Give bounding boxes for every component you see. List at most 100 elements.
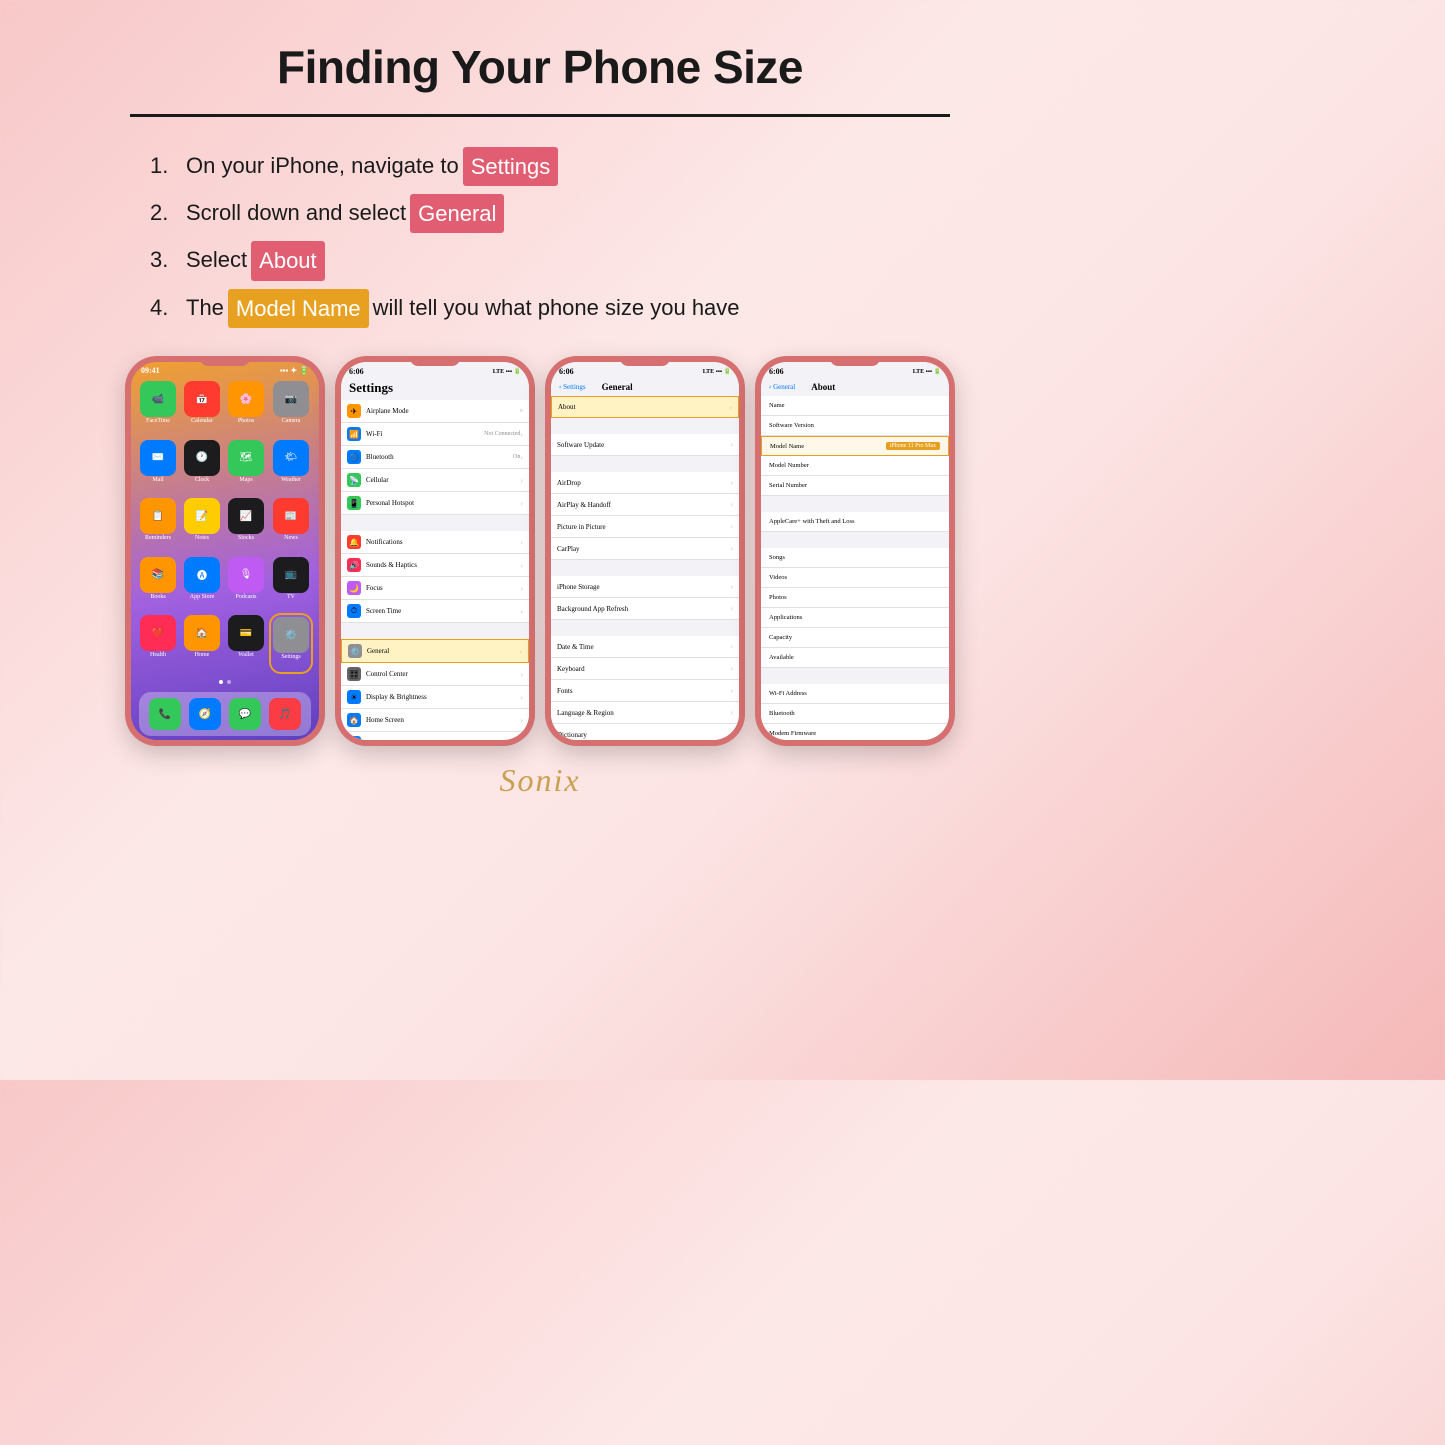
setting-display[interactable]: ☀ Display & Brightness › [341, 686, 529, 709]
app-facetime[interactable]: 📹 FaceTime [139, 381, 177, 434]
settings-highlight: Settings [463, 147, 559, 186]
setting-focus[interactable]: 🌙 Focus › [341, 577, 529, 600]
main-container: Finding Your Phone Size On your iPhone, … [40, 0, 1040, 819]
setting-accessibility[interactable]: ♿ Accessibility › [341, 732, 529, 740]
about-applications[interactable]: Applications [761, 608, 949, 628]
app-camera[interactable]: 📷 Camera [271, 381, 311, 434]
general-language[interactable]: Language & Region › [551, 702, 739, 724]
general-pip[interactable]: Picture in Picture › [551, 516, 739, 538]
about-bluetooth[interactable]: Bluetooth [761, 704, 949, 724]
page-indicator [131, 676, 319, 688]
setting-homescreen[interactable]: 🏠 Home Screen › [341, 709, 529, 732]
wifi-icon: 📶 [347, 427, 361, 441]
settings-title: Settings [341, 378, 529, 400]
focus-icon: 🌙 [347, 581, 361, 595]
step-1: On your iPhone, navigate to Settings [150, 147, 950, 186]
setting-bluetooth[interactable]: 🔵 Bluetooth On › [341, 446, 529, 469]
phone-3-screen: 6:06 LTE ▪▪▪ 🔋 ‹ Settings General About … [551, 362, 739, 740]
about-nav: ‹ General About [761, 378, 949, 396]
app-appstore[interactable]: 🅐 App Store [183, 557, 221, 610]
about-available[interactable]: Available [761, 648, 949, 668]
app-calendar[interactable]: 📅 Calendar [183, 381, 221, 434]
airplane-icon: ✈ [347, 404, 361, 418]
setting-screentime[interactable]: ⏱ Screen Time › [341, 600, 529, 623]
general-keyboard[interactable]: Keyboard › [551, 658, 739, 680]
setting-airplane[interactable]: ✈ Airplane Mode ○ [341, 400, 529, 423]
app-settings[interactable]: ⚙️ Settings [271, 615, 311, 672]
about-songs[interactable]: Songs [761, 548, 949, 568]
app-wallet[interactable]: 💳 Wallet [227, 615, 265, 672]
step-2: Scroll down and select General [150, 194, 950, 233]
setting-hotspot[interactable]: 📱 Personal Hotspot › [341, 492, 529, 515]
about-software[interactable]: Software Version [761, 416, 949, 436]
page-title: Finding Your Phone Size [277, 40, 803, 94]
dock-phone[interactable]: 📞 [149, 698, 181, 730]
about-modelnumber[interactable]: Model Number [761, 456, 949, 476]
phone-1-screen: 09:41 ▪▪▪ ✦ 🔋 📹 FaceTime 📅 Calendar 🌸 [131, 362, 319, 740]
instructions-section: On your iPhone, navigate to Settings Scr… [130, 147, 950, 337]
apps-grid: 📹 FaceTime 📅 Calendar 🌸 Photos 📷 Camera [131, 377, 319, 676]
about-serial[interactable]: Serial Number [761, 476, 949, 496]
phone-2-mockup: 6:06 LTE ▪▪▪ 🔋 Settings ✈ Airplane Mode … [335, 356, 535, 746]
setting-general[interactable]: ⚙️ General › [341, 639, 529, 663]
about-photos[interactable]: Photos [761, 588, 949, 608]
app-weather[interactable]: 🌤 Weather [271, 440, 311, 493]
setting-controlcenter[interactable]: 🎛 Control Center › [341, 663, 529, 686]
phones-row: 09:41 ▪▪▪ ✦ 🔋 📹 FaceTime 📅 Calendar 🌸 [100, 356, 980, 746]
setting-cellular[interactable]: 📡 Cellular › [341, 469, 529, 492]
general-airplay[interactable]: AirPlay & Handoff › [551, 494, 739, 516]
section-divider [130, 114, 950, 117]
app-notes[interactable]: 📝 Notes [183, 498, 221, 551]
about-highlight-text: About [251, 241, 325, 280]
phone-3-mockup: 6:06 LTE ▪▪▪ 🔋 ‹ Settings General About … [545, 356, 745, 746]
app-health[interactable]: ❤️ Health [139, 615, 177, 672]
step-3: Select About [150, 241, 950, 280]
bluetooth-icon: 🔵 [347, 450, 361, 464]
dock-messages[interactable]: 💬 [229, 698, 261, 730]
about-videos[interactable]: Videos [761, 568, 949, 588]
dock-safari[interactable]: 🧭 [189, 698, 221, 730]
back-button[interactable]: ‹ Settings [559, 383, 586, 391]
about-name[interactable]: Name [761, 396, 949, 416]
setting-notifications[interactable]: 🔔 Notifications › [341, 531, 529, 554]
general-softwareupdate[interactable]: Software Update › [551, 434, 739, 456]
general-iphonestorage[interactable]: iPhone Storage › [551, 576, 739, 598]
app-maps[interactable]: 🗺 Maps [227, 440, 265, 493]
phone-2-screen: 6:06 LTE ▪▪▪ 🔋 Settings ✈ Airplane Mode … [341, 362, 529, 740]
app-tv[interactable]: 📺 TV [271, 557, 311, 610]
app-reminders[interactable]: 📋 Reminders [139, 498, 177, 551]
app-podcasts[interactable]: 🎙 Podcasts [227, 557, 265, 610]
about-wifi[interactable]: Wi-Fi Address [761, 684, 949, 704]
brand-signature: Sonix [499, 762, 580, 799]
step-4: The Model Name will tell you what phone … [150, 289, 950, 328]
about-applecare[interactable]: AppleCare+ with Theft and Loss [761, 512, 949, 532]
app-clock[interactable]: 🕐 Clock [183, 440, 221, 493]
about-capacity[interactable]: Capacity [761, 628, 949, 648]
phone-notch-2 [410, 356, 460, 366]
general-backgroundapp[interactable]: Background App Refresh › [551, 598, 739, 620]
general-about[interactable]: About › [551, 396, 739, 418]
general-carplay[interactable]: CarPlay › [551, 538, 739, 560]
app-photos[interactable]: 🌸 Photos [227, 381, 265, 434]
app-news[interactable]: 📰 News [271, 498, 311, 551]
controlcenter-icon: 🎛 [347, 667, 361, 681]
dock-music[interactable]: 🎵 [269, 698, 301, 730]
setting-sounds[interactable]: 🔊 Sounds & Haptics › [341, 554, 529, 577]
accessibility-icon: ♿ [347, 736, 361, 740]
general-datetime[interactable]: Date & Time › [551, 636, 739, 658]
phone-1-mockup: 09:41 ▪▪▪ ✦ 🔋 📹 FaceTime 📅 Calendar 🌸 [125, 356, 325, 746]
general-airdrop[interactable]: AirDrop › [551, 472, 739, 494]
about-modelname[interactable]: Model Name iPhone 11 Pro Max [761, 436, 949, 456]
about-modem[interactable]: Modem Firmware [761, 724, 949, 740]
phone-notch [200, 356, 250, 366]
about-back-button[interactable]: ‹ General [769, 383, 795, 391]
app-home[interactable]: 🏠 Home [183, 615, 221, 672]
app-mail[interactable]: ✉️ Mail [139, 440, 177, 493]
general-fonts[interactable]: Fonts › [551, 680, 739, 702]
setting-wifi[interactable]: 📶 Wi-Fi Not Connected › [341, 423, 529, 446]
app-books[interactable]: 📚 Books [139, 557, 177, 610]
hotspot-icon: 📱 [347, 496, 361, 510]
general-highlight: General [410, 194, 504, 233]
general-dictionary[interactable]: Dictionary › [551, 724, 739, 740]
app-stocks[interactable]: 📈 Stocks [227, 498, 265, 551]
